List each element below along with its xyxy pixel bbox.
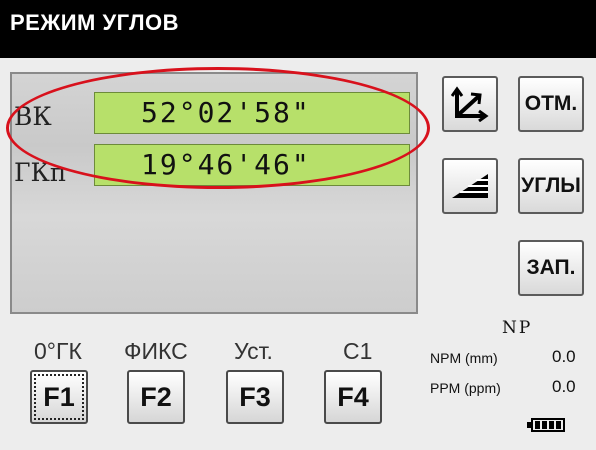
prism-mode-indicator: NP <box>502 318 533 338</box>
slope-wedge-icon <box>452 174 488 198</box>
f4-label: С1 <box>343 338 373 364</box>
f3-label: Уст. <box>234 338 273 364</box>
ugly-button[interactable]: УГЛЫ <box>518 158 584 214</box>
f1-label: 0°ГК <box>34 338 82 364</box>
f2-key[interactable]: F2 <box>127 370 185 424</box>
axis-coordinates-icon <box>451 86 489 122</box>
f1-key[interactable]: F1 <box>30 370 88 424</box>
npm-value: 0.0 <box>552 347 576 366</box>
coordinates-button[interactable] <box>442 76 498 132</box>
zap-button[interactable]: ЗАП. <box>518 240 584 296</box>
ppm-value: 0.0 <box>552 377 576 396</box>
title-bar: РЕЖИМ УГЛОВ <box>0 0 596 58</box>
horizontal-angle-label: ГКп <box>14 158 67 187</box>
f2-label: ФИКС <box>124 338 188 364</box>
npm-label: NPM (mm) <box>430 350 498 366</box>
vertical-angle-label: ВК <box>14 102 52 131</box>
battery-terminal <box>527 422 531 428</box>
otm-button[interactable]: ОТМ. <box>518 76 584 132</box>
f3-key[interactable]: F3 <box>226 370 284 424</box>
slope-button[interactable] <box>442 158 498 214</box>
ppm-label: PPM (ppm) <box>430 380 501 396</box>
f4-key[interactable]: F4 <box>324 370 382 424</box>
screen-title: РЕЖИМ УГЛОВ <box>10 10 180 35</box>
vertical-angle-value: 52°02'58" <box>94 92 410 134</box>
battery-icon <box>531 418 565 432</box>
angle-readout-panel: ВК 52°02'58" ГКп 19°46'46" <box>10 72 418 314</box>
horizontal-angle-value: 19°46'46" <box>94 144 410 186</box>
